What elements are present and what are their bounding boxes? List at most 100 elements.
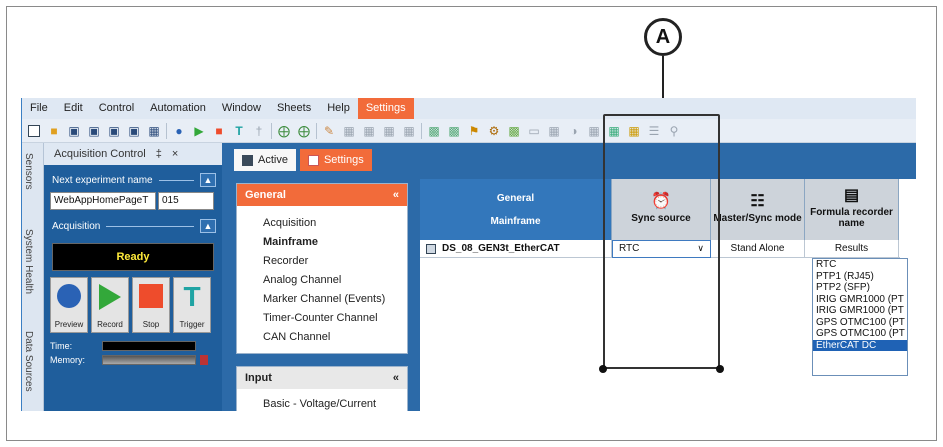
record-button[interactable]: Record bbox=[91, 277, 129, 333]
notes-icon[interactable]: ✎ bbox=[321, 123, 337, 139]
preview-button[interactable]: Preview bbox=[50, 277, 88, 333]
menu-help[interactable]: Help bbox=[319, 98, 358, 119]
sheet-icon[interactable]: ▦ bbox=[381, 123, 397, 139]
menu-window[interactable]: Window bbox=[214, 98, 269, 119]
zoom-in-icon[interactable]: ⨁ bbox=[276, 123, 292, 139]
report-icon[interactable]: ▦ bbox=[626, 123, 642, 139]
nav-item-acquisition[interactable]: Acquisition bbox=[237, 214, 407, 233]
nav-item-can-channel[interactable]: CAN Channel bbox=[237, 328, 407, 347]
callout-dot-right bbox=[716, 365, 724, 373]
column-header-master-sync[interactable]: ☷ Master/Sync mode bbox=[711, 179, 805, 240]
memory-meter: Memory: bbox=[44, 353, 222, 367]
collapse-icon[interactable]: ▲ bbox=[200, 173, 216, 187]
print-icon[interactable]: ▣ bbox=[126, 123, 142, 139]
column-header-formula-recorder[interactable]: ▤ Formula recorder name bbox=[805, 179, 899, 240]
marker-icon[interactable]: † bbox=[251, 123, 267, 139]
nav-item-recorder[interactable]: Recorder bbox=[237, 252, 407, 271]
collapse-icon[interactable]: « bbox=[393, 189, 399, 201]
app-window: File Edit Control Automation Window Shee… bbox=[21, 98, 916, 411]
callout-dot-left bbox=[599, 365, 607, 373]
dropdown-option[interactable]: IRIG GMR1000 (PT bbox=[813, 305, 907, 317]
dock-tab-system-health[interactable]: System Health bbox=[23, 229, 34, 294]
nav-item-mainframe[interactable]: Mainframe bbox=[237, 233, 407, 252]
dock-strip: Sensors System Health Data Sources bbox=[22, 143, 44, 411]
menu-automation[interactable]: Automation bbox=[142, 98, 214, 119]
sheet-icon[interactable]: ▦ bbox=[341, 123, 357, 139]
display-icon[interactable]: ▩ bbox=[506, 123, 522, 139]
search-icon[interactable]: ⚲ bbox=[666, 123, 682, 139]
menu-settings[interactable]: Settings bbox=[357, 98, 414, 119]
network-icon[interactable]: ▩ bbox=[426, 123, 442, 139]
menu-file[interactable]: File bbox=[22, 98, 56, 119]
sync-icon[interactable]: ⚙ bbox=[486, 123, 502, 139]
grid-icon bbox=[242, 154, 253, 166]
time-meter: Time: bbox=[44, 339, 222, 353]
chart-icon[interactable]: ▦ bbox=[606, 123, 622, 139]
table-icon[interactable]: ▦ bbox=[586, 123, 602, 139]
tab-settings[interactable]: Settings bbox=[299, 149, 372, 171]
mode-cell[interactable]: Stand Alone bbox=[711, 239, 805, 258]
nav-item-marker-channel[interactable]: Marker Channel (Events) bbox=[237, 290, 407, 309]
layers-icon[interactable]: ◑ bbox=[566, 123, 582, 139]
nav-item-basic-voltage[interactable]: Basic - Voltage/Current bbox=[237, 395, 407, 411]
stop-button[interactable]: Stop bbox=[132, 277, 170, 333]
column-header-general: General Mainframe bbox=[420, 179, 612, 240]
dropdown-option-selected[interactable]: EtherCAT DC bbox=[813, 339, 907, 351]
toolbar-separator bbox=[316, 122, 317, 139]
column-header-sync-source[interactable]: ⏰ Sync source bbox=[612, 179, 711, 240]
time-bar bbox=[102, 341, 196, 351]
dropdown-option[interactable]: IRIG GMR1000 (PT bbox=[813, 294, 907, 306]
panel-title: Acquisition Control bbox=[54, 148, 146, 160]
collapse-icon[interactable]: « bbox=[393, 372, 399, 384]
settings-navigation: General « Acquisition Mainframe Recorder… bbox=[236, 183, 408, 411]
list-icon[interactable]: ☰ bbox=[646, 123, 662, 139]
recorder-cell[interactable]: Results bbox=[805, 239, 899, 258]
acquisition-label: Acquisition bbox=[52, 220, 101, 232]
sync-source-select[interactable]: RTC ∨ bbox=[612, 239, 711, 258]
experiment-name-input[interactable]: WebAppHomePageT bbox=[50, 192, 156, 210]
stop-icon[interactable]: ■ bbox=[211, 123, 227, 139]
open-folder-icon[interactable]: ■ bbox=[46, 123, 62, 139]
input-header[interactable]: Input « bbox=[237, 367, 407, 389]
experiment-number-input[interactable]: 015 bbox=[158, 192, 214, 210]
dropdown-option[interactable]: PTP1 (RJ45) bbox=[813, 271, 907, 283]
dock-tab-data-sources[interactable]: Data Sources bbox=[23, 331, 34, 392]
memory-indicator bbox=[200, 355, 208, 365]
mainframe-name-cell[interactable]: DS_08_GEN3t_EtherCAT bbox=[420, 239, 612, 258]
general-section: General « Acquisition Mainframe Recorder… bbox=[236, 183, 408, 354]
layout-icon[interactable]: ▦ bbox=[146, 123, 162, 139]
menu-edit[interactable]: Edit bbox=[56, 98, 91, 119]
trigger-button[interactable]: T Trigger bbox=[173, 277, 211, 333]
sheet-icon[interactable]: ▦ bbox=[361, 123, 377, 139]
dropdown-option[interactable]: RTC bbox=[813, 259, 907, 271]
sheet-icon[interactable]: ▦ bbox=[401, 123, 417, 139]
general-header[interactable]: General « bbox=[237, 184, 407, 206]
toolbar-separator bbox=[166, 122, 167, 139]
close-icon[interactable]: × bbox=[172, 148, 178, 160]
trigger-icon[interactable]: T bbox=[231, 123, 247, 139]
collapse-icon[interactable]: ▲ bbox=[200, 219, 216, 233]
trigger-icon: T bbox=[183, 281, 201, 312]
nav-item-timer-counter-channel[interactable]: Timer-Counter Channel bbox=[237, 309, 407, 328]
zoom-out-icon[interactable]: ⨁ bbox=[296, 123, 312, 139]
pin-icon[interactable]: ‡ bbox=[156, 148, 162, 160]
menu-sheets[interactable]: Sheets bbox=[269, 98, 319, 119]
copy-icon[interactable]: ▭ bbox=[526, 123, 542, 139]
dropdown-option[interactable]: GPS OTMC100 (PT bbox=[813, 328, 907, 340]
dock-tab-sensors[interactable]: Sensors bbox=[23, 153, 34, 190]
grid-icon[interactable]: ▦ bbox=[546, 123, 562, 139]
tab-active[interactable]: Active bbox=[234, 149, 296, 171]
dropdown-option[interactable]: GPS OTMC100 (PT bbox=[813, 317, 907, 329]
table-row: DS_08_GEN3t_EtherCAT RTC ∨ Stand Alone R… bbox=[420, 239, 900, 258]
save-icon[interactable]: ▣ bbox=[66, 123, 82, 139]
record-icon[interactable]: ▶ bbox=[191, 123, 207, 139]
save-as-icon[interactable]: ▣ bbox=[86, 123, 102, 139]
network-icon[interactable]: ▩ bbox=[446, 123, 462, 139]
save-all-icon[interactable]: ▣ bbox=[106, 123, 122, 139]
flag-icon[interactable]: ⚑ bbox=[466, 123, 482, 139]
preview-icon[interactable]: ● bbox=[171, 123, 187, 139]
nav-item-analog-channel[interactable]: Analog Channel bbox=[237, 271, 407, 290]
dropdown-option[interactable]: PTP2 (SFP) bbox=[813, 282, 907, 294]
menu-control[interactable]: Control bbox=[91, 98, 142, 119]
new-file-icon[interactable] bbox=[26, 123, 42, 139]
